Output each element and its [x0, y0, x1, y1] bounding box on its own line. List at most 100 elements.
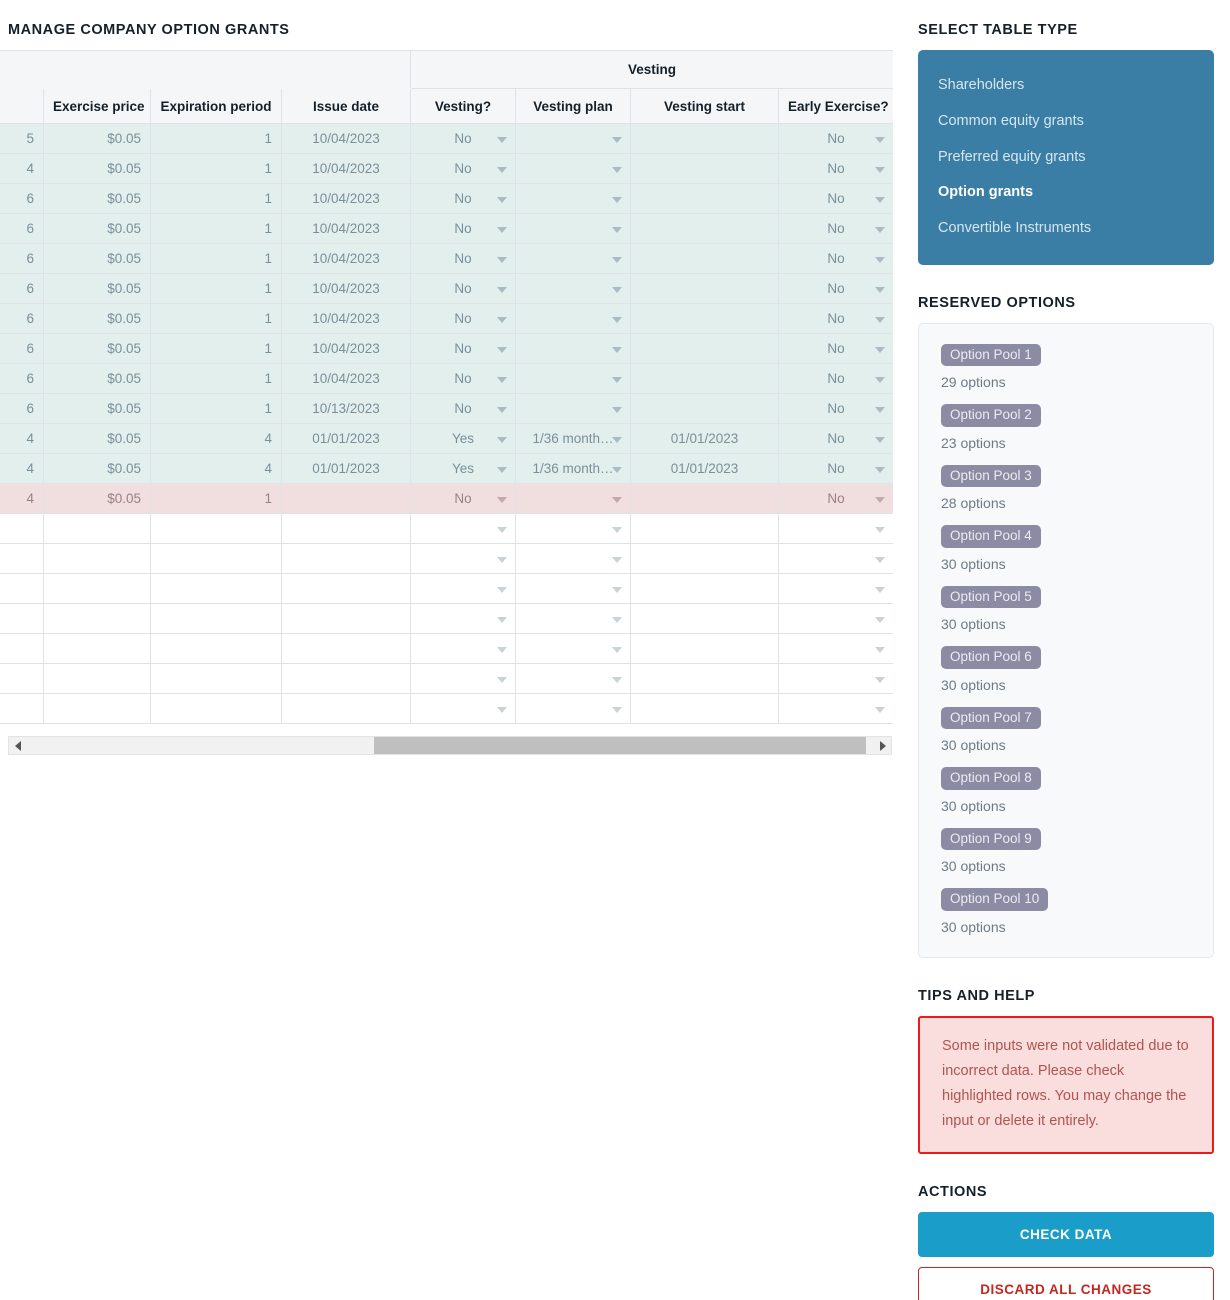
table-row[interactable]: 6 $0.05 1 10/04/2023 No No	[0, 363, 893, 394]
chevron-down-icon[interactable]	[497, 616, 507, 623]
chevron-down-icon[interactable]	[612, 406, 622, 413]
cell-vesting-plan[interactable]	[515, 693, 631, 724]
cell-exercise-price[interactable]: $0.05	[43, 333, 151, 364]
cell-vesting-start[interactable]	[630, 513, 779, 544]
cell-early-exercise[interactable]: No	[777, 393, 893, 424]
cell-vesting-start[interactable]	[630, 243, 779, 274]
option-pool-badge[interactable]: Option Pool 5	[941, 585, 1041, 609]
chevron-down-icon[interactable]	[497, 196, 507, 203]
cell-vesting-start[interactable]	[630, 153, 779, 184]
cell-issue-date[interactable]: 10/04/2023	[281, 213, 411, 244]
chevron-down-icon[interactable]	[875, 436, 886, 443]
cell-expiration-period[interactable]	[150, 543, 282, 574]
cell-early-exercise[interactable]: No	[777, 153, 893, 184]
cell-expiration-period[interactable]	[150, 603, 282, 634]
column-header-exercise-price[interactable]: Exercise price	[43, 88, 151, 124]
table-row[interactable]	[0, 513, 893, 544]
cell-amount[interactable]: 6	[0, 273, 44, 304]
chevron-down-icon[interactable]	[612, 526, 622, 533]
cell-vesting-plan[interactable]	[515, 363, 631, 394]
cell-issue-date[interactable]: 10/04/2023	[281, 243, 411, 274]
cell-exercise-price[interactable]: $0.05	[43, 123, 151, 154]
chevron-down-icon[interactable]	[875, 136, 886, 143]
cell-amount[interactable]	[0, 543, 44, 574]
scrollbar-thumb[interactable]	[373, 737, 866, 754]
chevron-down-icon[interactable]	[497, 316, 507, 323]
table-row[interactable]: 6 $0.05 1 10/04/2023 No No	[0, 333, 893, 364]
cell-issue-date[interactable]: 10/04/2023	[281, 303, 411, 334]
option-pool-badge[interactable]: Option Pool 7	[941, 706, 1041, 730]
column-header-expiration-period[interactable]: Expiration period	[150, 88, 282, 124]
cell-vesting-plan[interactable]: 1/36 month…	[515, 423, 631, 454]
cell-vesting-plan[interactable]	[515, 483, 631, 514]
option-pool-badge[interactable]: Option Pool 4	[941, 525, 1041, 548]
cell-expiration-period[interactable]: 1	[150, 483, 282, 514]
chevron-down-icon[interactable]	[612, 316, 622, 323]
chevron-down-icon[interactable]	[875, 466, 886, 473]
cell-vesting[interactable]: No	[410, 183, 516, 214]
cell-vesting[interactable]: No	[410, 213, 516, 244]
cell-vesting-plan[interactable]	[515, 153, 631, 184]
chevron-down-icon[interactable]	[497, 706, 507, 713]
cell-vesting[interactable]: Yes	[410, 423, 516, 454]
column-header-vesting-plan[interactable]: Vesting plan	[515, 88, 631, 124]
cell-early-exercise[interactable]	[777, 693, 893, 724]
cell-expiration-period[interactable]: 1	[150, 213, 282, 244]
cell-amount[interactable]: 6	[0, 243, 44, 274]
cell-vesting[interactable]	[410, 573, 516, 604]
cell-exercise-price[interactable]	[43, 633, 151, 664]
cell-vesting-plan[interactable]	[515, 213, 631, 244]
table-row[interactable]: 5 $0.05 1 10/04/2023 No No	[0, 123, 893, 154]
cell-expiration-period[interactable]: 1	[150, 333, 282, 364]
chevron-down-icon[interactable]	[612, 466, 622, 473]
chevron-down-icon[interactable]	[875, 526, 886, 533]
cell-vesting[interactable]: No	[410, 393, 516, 424]
chevron-down-icon[interactable]	[875, 706, 886, 713]
chevron-down-icon[interactable]	[875, 676, 886, 683]
cell-expiration-period[interactable]: 1	[150, 273, 282, 304]
cell-vesting-start[interactable]	[630, 123, 779, 154]
chevron-down-icon[interactable]	[497, 226, 507, 233]
chevron-down-icon[interactable]	[612, 196, 622, 203]
cell-early-exercise[interactable]: No	[777, 183, 893, 214]
cell-early-exercise[interactable]: No	[777, 213, 893, 244]
chevron-down-icon[interactable]	[612, 136, 622, 143]
cell-vesting[interactable]	[410, 663, 516, 694]
chevron-down-icon[interactable]	[875, 256, 886, 263]
chevron-down-icon[interactable]	[497, 556, 507, 563]
chevron-down-icon[interactable]	[497, 526, 507, 533]
cell-vesting-plan[interactable]	[515, 603, 631, 634]
cell-vesting-start[interactable]	[630, 543, 779, 574]
table-row[interactable]: 6 $0.05 1 10/04/2023 No No	[0, 213, 893, 244]
cell-amount[interactable]: 6	[0, 183, 44, 214]
cell-vesting[interactable]	[410, 513, 516, 544]
option-pool-badge[interactable]: Option Pool 3	[941, 464, 1041, 488]
table-type-item-preferred-equity-grants[interactable]: Preferred equity grants	[918, 140, 1214, 176]
cell-issue-date[interactable]	[281, 663, 411, 694]
cell-issue-date[interactable]: 10/04/2023	[281, 363, 411, 394]
chevron-down-icon[interactable]	[612, 166, 622, 173]
column-header-early-exercise[interactable]: Early Exercise?	[777, 88, 893, 124]
cell-early-exercise[interactable]: No	[777, 123, 893, 154]
cell-vesting-start[interactable]	[630, 333, 779, 364]
chevron-down-icon[interactable]	[875, 586, 886, 593]
cell-vesting-start[interactable]	[630, 213, 779, 244]
chevron-down-icon[interactable]	[612, 646, 622, 653]
cell-vesting[interactable]: No	[410, 483, 516, 514]
cell-expiration-period[interactable]: 1	[150, 243, 282, 274]
cell-vesting-plan[interactable]	[515, 573, 631, 604]
cell-vesting-start[interactable]	[630, 603, 779, 634]
chevron-down-icon[interactable]	[612, 676, 622, 683]
cell-exercise-price[interactable]	[43, 573, 151, 604]
chevron-down-icon[interactable]	[497, 466, 507, 473]
chevron-down-icon[interactable]	[875, 406, 886, 413]
cell-vesting-start[interactable]	[630, 393, 779, 424]
chevron-down-icon[interactable]	[612, 616, 622, 623]
chevron-down-icon[interactable]	[875, 346, 886, 353]
table-row[interactable]	[0, 663, 893, 694]
cell-amount[interactable]: 4	[0, 483, 44, 514]
option-pool-badge[interactable]: Option Pool 1	[941, 343, 1041, 367]
cell-exercise-price[interactable]: $0.05	[43, 453, 151, 484]
cell-vesting-start[interactable]	[630, 573, 779, 604]
cell-exercise-price[interactable]: $0.05	[43, 213, 151, 244]
